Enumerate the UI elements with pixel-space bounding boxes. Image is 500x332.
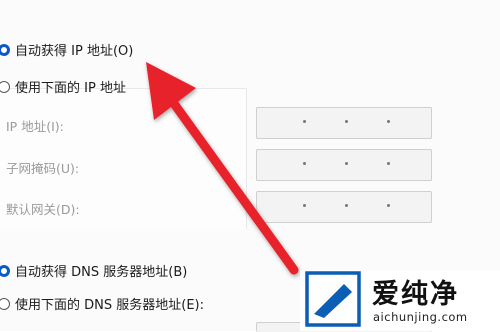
tcpip-properties-panel: 自动获得 IP 地址(O) 使用下面的 IP 地址 IP 地址(I): 子网掩码… (0, 0, 500, 332)
brand-name-cn: 爱纯净 (372, 279, 459, 310)
watermark-logo: 爱纯净 aichunjing.com (300, 270, 500, 331)
brand-logo-icon (305, 271, 361, 327)
brand-url: aichunjing.com (373, 310, 468, 324)
